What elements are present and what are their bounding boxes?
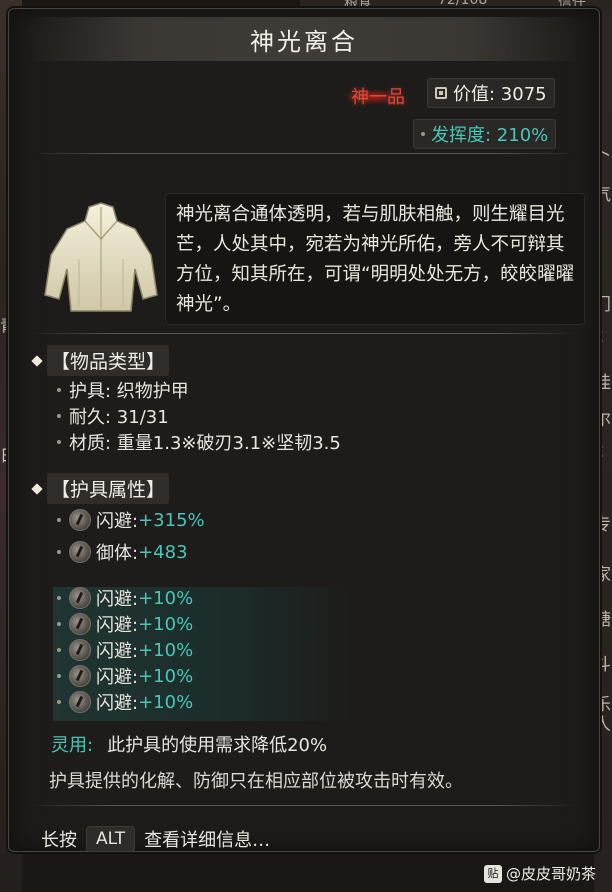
description-box: 神光离合通体透明，若与肌肤相触，则生耀目光芒，人处其中，宛若为神光所佑，旁人不可… xyxy=(165,193,585,325)
item-grade: 神一品 xyxy=(351,87,405,108)
evasion-icon xyxy=(69,639,91,661)
item-tooltip-panel: 神光离合 神一品 价值: 3075 发挥度: 210% 神光离合通体透明，若与肌… xyxy=(8,8,600,852)
special-effect: 灵用: 此护具的使用需求降低20% xyxy=(51,731,327,757)
coin-icon xyxy=(435,87,447,99)
bullet-icon xyxy=(57,518,61,522)
bullet-icon xyxy=(57,440,61,444)
bonus-attr-row: 闪避: +10% xyxy=(57,637,193,663)
item-type-header: 【物品类型】 xyxy=(31,345,170,376)
diamond-bullet-icon xyxy=(31,482,43,495)
bullet-icon xyxy=(57,648,61,652)
item-type-row: 材质: 重量1.3※破刃3.1※坚韧3.5 xyxy=(57,429,341,455)
bullet-icon xyxy=(57,414,61,418)
divider xyxy=(31,153,577,154)
divider xyxy=(31,333,577,334)
bg-stat-count: 72/108 xyxy=(438,0,488,8)
item-type-row: 耐久: 31/31 xyxy=(57,403,169,429)
evasion-icon xyxy=(69,509,91,531)
bullet-icon xyxy=(57,596,61,600)
bonus-attr-row: 闪避: +10% xyxy=(57,611,193,637)
bullet-icon xyxy=(57,550,61,554)
evasion-icon xyxy=(69,587,91,609)
item-description: 神光离合通体透明，若与肌肤相触，则生耀目光芒，人处其中，宛若为神光所佑，旁人不可… xyxy=(176,204,575,315)
divider xyxy=(31,805,577,806)
exert-label: 发挥度: 210% xyxy=(431,125,549,146)
bonus-attr-row: 闪避: +10% xyxy=(57,689,193,715)
bonus-attr-row: 闪避: +10% xyxy=(57,585,193,611)
special-label: 灵用: xyxy=(51,735,94,756)
value-label: 价值: 3075 xyxy=(453,84,547,105)
footer-hint: 长按 ALT 查看详细信息… xyxy=(41,826,270,852)
bullet-icon xyxy=(57,700,61,704)
evasion-icon xyxy=(69,665,91,687)
value-pill: 价值: 3075 xyxy=(427,78,555,108)
title-bar: 神光离合 xyxy=(25,17,583,61)
white-robe-armor-icon xyxy=(44,202,158,312)
item-name: 神光离合 xyxy=(250,27,358,56)
bullet-icon xyxy=(57,622,61,626)
evasion-icon xyxy=(69,613,91,635)
armor-note: 护具提供的化解、防御只在相应部位被攻击时有效。 xyxy=(49,771,463,792)
alt-key-hint[interactable]: ALT xyxy=(86,826,136,852)
bullet-icon xyxy=(57,388,61,392)
watermark-badge-icon: 贴 xyxy=(484,864,502,883)
bullet-icon xyxy=(421,132,425,136)
special-text: 此护具的使用需求降低20% xyxy=(107,735,328,756)
exert-pill: 发挥度: 210% xyxy=(413,119,557,149)
evasion-icon xyxy=(69,691,91,713)
armor-attr-row: 御体: +483 xyxy=(57,539,188,565)
bonus-attr-row: 闪避: +10% xyxy=(57,663,193,689)
diamond-bullet-icon xyxy=(31,354,43,367)
item-type-row: 护具: 织物护甲 xyxy=(57,377,189,403)
armor-attrs-header: 【护具属性】 xyxy=(31,473,170,504)
bullet-icon xyxy=(57,674,61,678)
armor-attr-row: 闪避: +315% xyxy=(57,507,205,533)
watermark: 贴 @皮皮哥奶茶 xyxy=(484,863,596,884)
defense-icon xyxy=(69,541,91,563)
